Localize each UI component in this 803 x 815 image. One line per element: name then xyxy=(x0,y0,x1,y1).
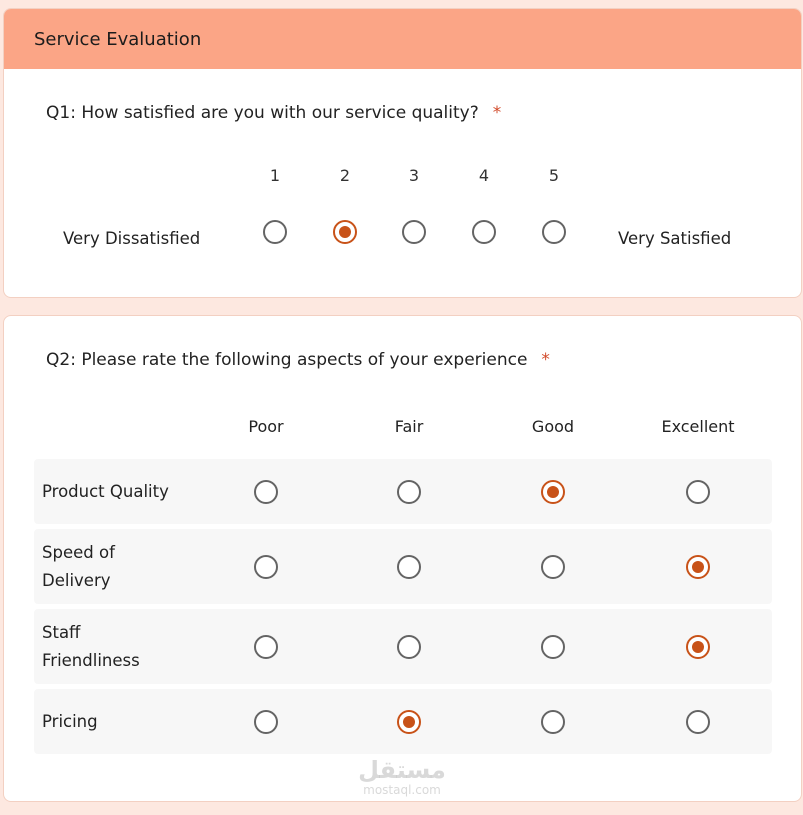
q1-radio-3[interactable] xyxy=(402,220,426,244)
q1-radio-4[interactable] xyxy=(472,220,496,244)
q1-radio-2[interactable] xyxy=(333,220,357,244)
q2-row2-radio-good[interactable] xyxy=(541,634,565,659)
q2-row3-radio-fair[interactable] xyxy=(397,709,421,734)
q1-radio-1[interactable] xyxy=(263,220,287,244)
q1-scale-2: 2 xyxy=(339,166,351,185)
q2-row0-radio-fair[interactable] xyxy=(397,479,421,504)
q1-scale-3: 3 xyxy=(408,166,420,185)
q1-required-mark: * xyxy=(492,103,502,123)
q2-col-fair: Fair xyxy=(394,417,424,436)
q1-scale-1: 1 xyxy=(269,166,281,185)
q2-row3-radio-excellent[interactable] xyxy=(686,709,710,734)
q2-col-good: Good xyxy=(531,417,575,436)
q2-row1-radio-excellent[interactable] xyxy=(686,554,710,579)
q2-card: Q2: Please rate the following aspects of… xyxy=(3,315,802,802)
q2-row-staff-friendliness: Staff Friendliness xyxy=(34,609,772,684)
q2-row2-radio-poor[interactable] xyxy=(254,634,278,659)
q2-row2-radio-fair[interactable] xyxy=(397,634,421,659)
q1-scale-4: 4 xyxy=(478,166,490,185)
form-header: Service Evaluation xyxy=(4,9,801,69)
q1-card: Service Evaluation Q1: How satisfied are… xyxy=(3,8,802,298)
q2-text: Q2: Please rate the following aspects of… xyxy=(46,350,528,370)
q2-row-label: Staff Friendliness xyxy=(42,622,140,670)
q1-max-label: Very Satisfied xyxy=(618,229,732,248)
q2-col-poor: Poor xyxy=(248,417,284,436)
form-title: Service Evaluation xyxy=(34,28,202,50)
q1-text: Q1: How satisfied are you with our servi… xyxy=(46,103,479,123)
q1-question: Q1: How satisfied are you with our servi… xyxy=(46,103,501,123)
q2-question: Q2: Please rate the following aspects of… xyxy=(46,350,550,370)
q2-row-product-quality: Product Quality xyxy=(34,459,772,524)
q1-scale-5: 5 xyxy=(548,166,560,185)
q2-col-excellent: Excellent xyxy=(661,417,735,436)
q2-required-mark: * xyxy=(541,350,550,370)
q2-row3-radio-good[interactable] xyxy=(541,709,565,734)
q2-row0-radio-excellent[interactable] xyxy=(686,479,710,504)
q2-row3-radio-poor[interactable] xyxy=(254,709,278,734)
q1-radio-5[interactable] xyxy=(542,220,566,244)
q2-row1-radio-good[interactable] xyxy=(541,554,565,579)
q2-row-label: Speed of Delivery xyxy=(42,542,115,590)
q2-row-label: Product Quality xyxy=(42,481,169,501)
q1-min-label: Very Dissatisfied xyxy=(63,229,201,248)
q2-row0-radio-good[interactable] xyxy=(541,479,565,504)
q2-row2-radio-excellent[interactable] xyxy=(686,634,710,659)
q2-row-pricing: Pricing xyxy=(34,689,772,754)
q2-row-label: Pricing xyxy=(42,711,98,731)
q2-row1-radio-fair[interactable] xyxy=(397,554,421,579)
q2-row1-radio-poor[interactable] xyxy=(254,554,278,579)
q2-row0-radio-poor[interactable] xyxy=(254,479,278,504)
q2-row-speed-of-delivery: Speed of Delivery xyxy=(34,529,772,604)
